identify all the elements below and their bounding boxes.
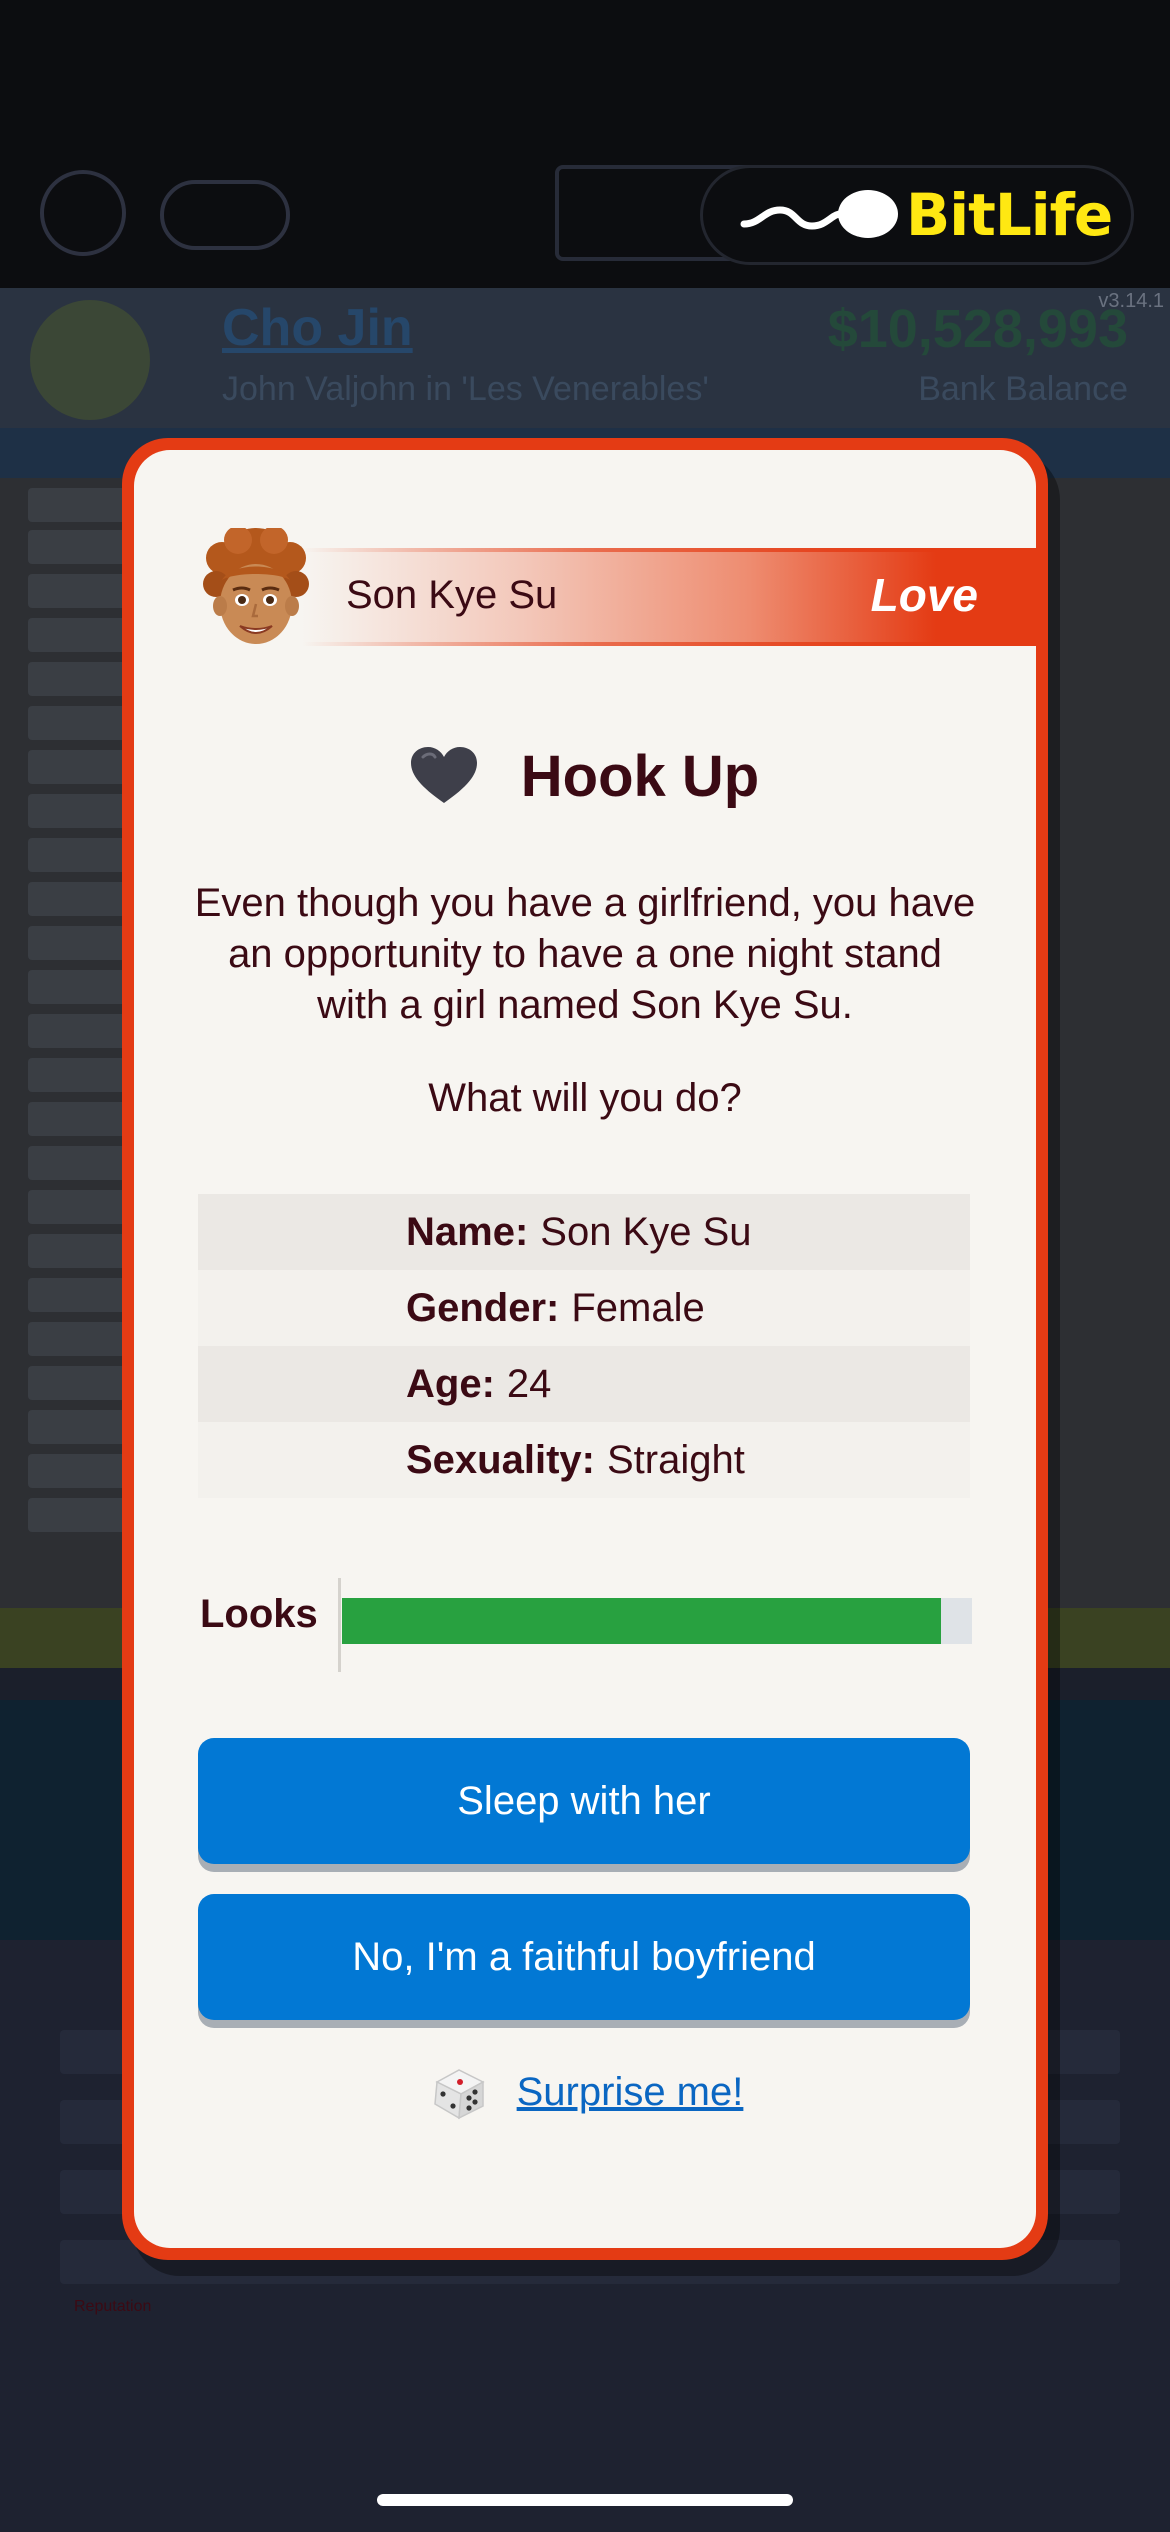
sperm-logo-icon — [740, 190, 898, 238]
version-label: v3.14.1 — [1098, 290, 1164, 312]
surprise-row: Surprise me! — [134, 2052, 1036, 2132]
home-indicator[interactable] — [377, 2494, 793, 2506]
person-avatar — [203, 528, 309, 644]
dialog-description: Even though you have a girlfriend, you h… — [194, 881, 976, 1027]
info-label: Sexuality: — [406, 1437, 595, 1482]
info-row-gender: Gender: Female — [198, 1270, 970, 1346]
faithful-boyfriend-button[interactable]: No, I'm a faithful boyfriend — [198, 1894, 970, 2020]
dialog-question: What will you do? — [428, 1076, 742, 1120]
brand-logo: BitLife — [740, 175, 1140, 255]
looks-divider — [338, 1578, 341, 1672]
info-row-name: Name: Son Kye Su — [198, 1194, 970, 1270]
menu-button — [40, 170, 126, 256]
heart-icon — [410, 747, 477, 803]
info-label: Age: — [406, 1361, 495, 1406]
bank-balance: $10,528,993 — [827, 299, 1128, 359]
character-header: Cho Jin John Valjohn in 'Les Venerables'… — [0, 288, 1170, 428]
banner-person-name: Son Kye Su — [346, 573, 558, 617]
surprise-me-link[interactable]: Surprise me! — [517, 2070, 744, 2115]
info-label: Name: — [406, 1209, 529, 1254]
info-value: Straight — [606, 1437, 745, 1482]
info-label: Gender: — [406, 1285, 560, 1330]
dialog-body: Son Kye Su Love Hook Up Even though you … — [134, 450, 1036, 2248]
dialog-title-row: Hook Up — [134, 736, 1036, 816]
character-avatar — [30, 300, 150, 420]
info-value: Female — [571, 1285, 705, 1330]
brand-name: BitLife — [906, 181, 1113, 249]
category-label: Love — [870, 569, 978, 621]
looks-bar-fill — [342, 1598, 941, 1644]
character-name: Cho Jin — [222, 299, 413, 357]
person-info-table: Name: Son Kye Su Gender: Female Age: 24 … — [198, 1194, 970, 1498]
bank-balance-label: Bank Balance — [918, 370, 1128, 408]
hookup-dialog: Son Kye Su Love Hook Up Even though you … — [122, 438, 1048, 2260]
info-value: 24 — [506, 1361, 552, 1406]
citizen-logo — [160, 180, 290, 250]
looks-bar — [342, 1598, 972, 1644]
top-bar: BitLife — [0, 0, 1170, 288]
dice-icon[interactable] — [427, 2060, 491, 2124]
info-row-age: Age: 24 — [198, 1346, 970, 1422]
sleep-with-her-button[interactable]: Sleep with her — [198, 1738, 970, 1864]
character-subtitle: John Valjohn in 'Les Venerables' — [222, 370, 709, 408]
info-row-sexuality: Sexuality: Straight — [198, 1422, 970, 1498]
info-value: Son Kye Su — [540, 1209, 752, 1254]
reputation-label: Reputation — [74, 2298, 152, 2315]
dialog-title: Hook Up — [520, 743, 760, 809]
looks-label: Looks — [200, 1592, 318, 1636]
